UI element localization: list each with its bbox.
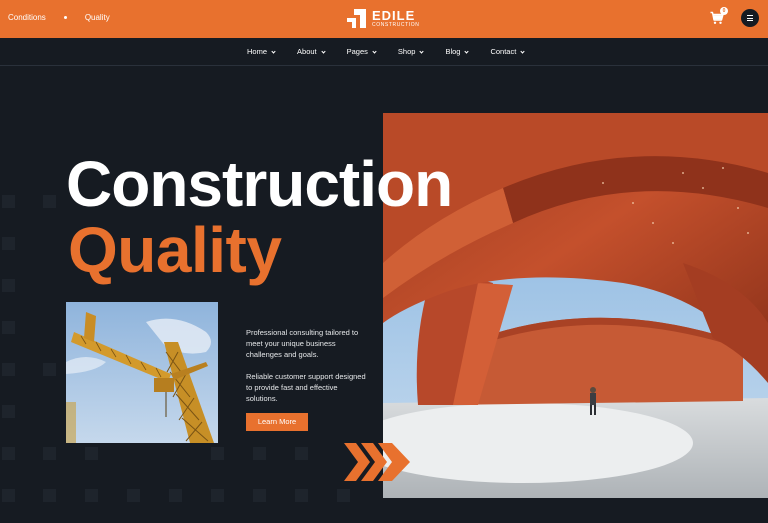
hero-paragraph-consulting: Professional consulting tailored to meet… — [246, 328, 359, 360]
chevron-down-icon — [464, 48, 470, 54]
breadcrumb-separator — [63, 16, 67, 19]
logo-icon — [347, 9, 366, 28]
chevron-down-icon — [321, 48, 326, 54]
breadcrumb: Conditions Quality — [8, 13, 110, 22]
nav-item-shop[interactable]: Shop — [398, 38, 425, 66]
logo-subtitle: CONSTRUCTION — [372, 22, 420, 28]
breadcrumb-item-quality[interactable]: Quality — [85, 13, 110, 22]
chevron-down-icon — [520, 48, 525, 54]
cart-button[interactable]: 0 — [710, 7, 728, 27]
site-logo[interactable]: EDILE CONSTRUCTION — [347, 9, 419, 28]
nav-item-pages[interactable]: Pages — [347, 38, 377, 66]
nav-item-blog[interactable]: Blog — [445, 38, 470, 66]
crane-image — [66, 302, 218, 443]
cart-count-badge: 0 — [720, 7, 728, 15]
nav-item-about[interactable]: About — [297, 38, 326, 66]
chevron-down-icon — [372, 48, 377, 54]
menu-icon — [747, 15, 753, 16]
hero-paragraph-support: Reliable customer support designed to pr… — [246, 372, 366, 404]
main-nav: Home About Pages Shop Blog Contact — [0, 38, 768, 66]
breadcrumb-item-conditions[interactable]: Conditions — [8, 13, 46, 22]
chevron-down-icon — [419, 48, 425, 54]
learn-more-button[interactable]: Learn More — [246, 413, 308, 431]
nav-item-home[interactable]: Home — [247, 38, 276, 66]
menu-button[interactable] — [741, 9, 759, 27]
hero-title-line2: Quality — [68, 214, 282, 286]
double-chevron-icon — [344, 443, 410, 481]
top-bar: Conditions Quality EDILE CONSTRUCTION 0 — [0, 0, 768, 38]
hero-title-line1: Construction — [66, 148, 453, 220]
nav-item-contact[interactable]: Contact — [490, 38, 525, 66]
chevron-down-icon — [271, 48, 276, 54]
logo-title: EDILE — [372, 8, 416, 23]
